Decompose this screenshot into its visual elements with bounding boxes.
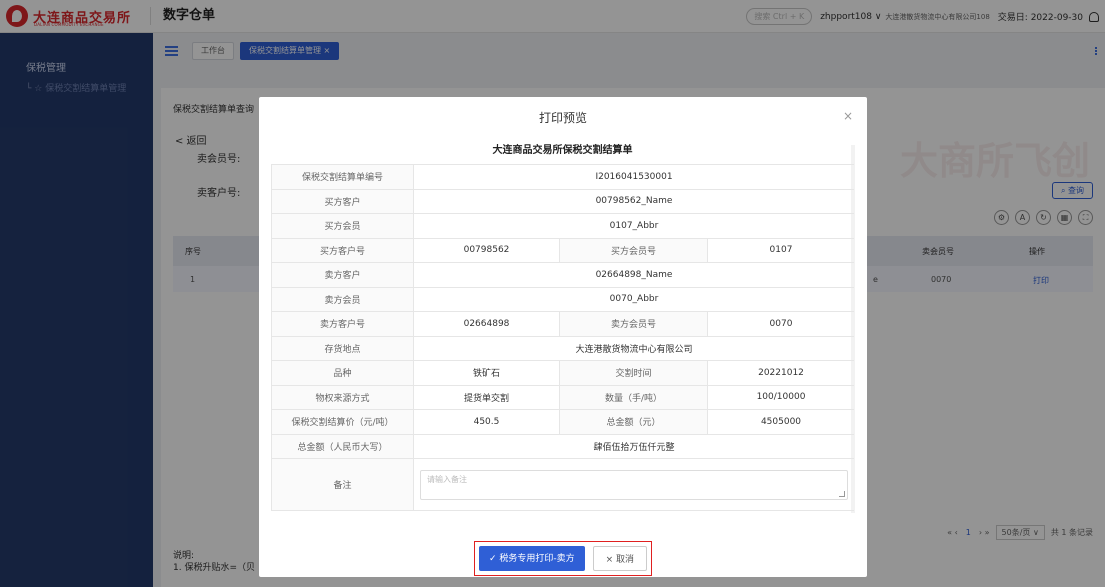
settlement-row: 买方会员 0107_Abbr: [271, 213, 854, 239]
settlement-row: 卖方客户号 02664898 卖方会员号 0070: [271, 311, 854, 337]
field-label: 卖方客户号: [271, 311, 414, 337]
field-value: 02664898: [413, 311, 560, 337]
field-value: 0107_Abbr: [413, 213, 854, 239]
settlement-row: 保税交割结算单编号 I2016041530001: [271, 164, 854, 190]
field-label: 保税交割结算价（元/吨）: [271, 409, 414, 435]
remark-textarea[interactable]: 请输入备注: [420, 469, 848, 500]
dialog-footer: ✓ 税务专用打印-卖方 × 取消: [259, 541, 867, 576]
settlement-row: 卖方会员 0070_Abbr: [271, 286, 854, 312]
field-value: 02664898_Name: [413, 262, 854, 288]
highlight-frame: ✓ 税务专用打印-卖方 × 取消: [473, 541, 653, 576]
settlement-row: 买方客户号 00798562 买方会员号 0107: [271, 237, 854, 263]
field-label: 卖方会员: [271, 286, 414, 312]
settlement-row: 品种 铁矿石 交割时间 20221012: [271, 360, 854, 386]
field-value: 铁矿石: [413, 360, 560, 386]
field-label: 买方会员号: [559, 237, 708, 263]
field-value: 0070: [707, 311, 854, 337]
field-value: 00798562: [413, 237, 560, 263]
settlement-row: 卖方客户 02664898_Name: [271, 262, 854, 288]
field-label: 交割时间: [559, 360, 708, 386]
field-value: 0107: [707, 237, 854, 263]
field-label: 买方客户号: [271, 237, 414, 263]
field-value: 4505000: [707, 409, 854, 435]
field-label: 品种: [271, 360, 414, 386]
settlement-row: 买方客户 00798562_Name: [271, 188, 854, 214]
field-label: 保税交割结算单编号: [271, 164, 414, 190]
field-label: 卖方客户: [271, 262, 414, 288]
field-value: 肆佰伍拾万伍仟元整: [413, 433, 854, 459]
cancel-button[interactable]: × 取消: [592, 546, 648, 571]
field-value: I2016041530001: [413, 164, 854, 190]
field-label: 买方会员: [271, 213, 414, 239]
remark-cell: 请输入备注: [413, 458, 854, 511]
field-label: 存货地点: [271, 335, 414, 361]
dialog-body: 大连商品交易所保税交割结算单 保税交割结算单编号 I2016041530001 买方…: [271, 137, 854, 515]
field-label: 总金额（人民币大写）: [271, 433, 414, 459]
settlement-row: 物权来源方式 提货单交割 数量（手/吨） 100/10000: [271, 384, 854, 410]
field-label: 卖方会员号: [559, 311, 708, 337]
field-label: 物权来源方式: [271, 384, 414, 410]
settlement-row: 总金额（人民币大写） 肆佰伍拾万伍仟元整: [271, 433, 854, 459]
field-value: 00798562_Name: [413, 188, 854, 214]
field-label: 数量（手/吨）: [559, 384, 708, 410]
tax-print-seller-button[interactable]: ✓ 税务专用打印-卖方: [478, 546, 585, 571]
settlement-row: 存货地点 大连港散货物流中心有限公司: [271, 335, 854, 361]
field-value: 提货单交割: [413, 384, 560, 410]
field-value: 450.5: [413, 409, 560, 435]
field-value: 20221012: [707, 360, 854, 386]
settlement-table: 保税交割结算单编号 I2016041530001 买方客户 00798562_Name…: [271, 164, 854, 511]
field-value: 100/10000: [707, 384, 854, 410]
field-label: 买方客户: [271, 188, 414, 214]
field-value: 0070_Abbr: [413, 286, 854, 312]
field-value: 大连港散货物流中心有限公司: [413, 335, 854, 361]
close-icon[interactable]: ×: [843, 109, 853, 123]
print-preview-dialog: 打印预览 × 大连商品交易所保税交割结算单 保税交割结算单编号 I20160415…: [259, 97, 867, 577]
dialog-title: 打印预览: [538, 111, 587, 125]
settlement-row: 保税交割结算价（元/吨） 450.5 总金额（元） 4505000: [271, 409, 854, 435]
remark-label: 备注: [271, 458, 414, 511]
document-title: 大连商品交易所保税交割结算单: [492, 145, 633, 156]
field-label: 总金额（元）: [559, 409, 708, 435]
